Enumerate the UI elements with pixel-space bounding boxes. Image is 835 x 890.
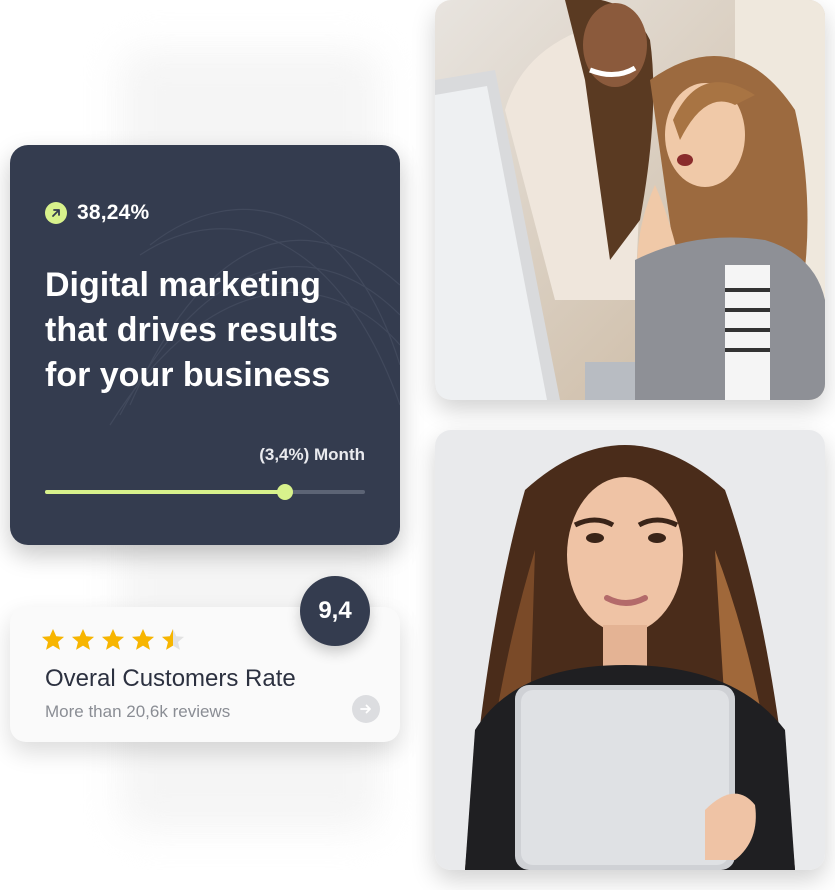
period-label: (3,4%) Month (259, 445, 365, 464)
progress-knob[interactable] (277, 484, 293, 500)
star-rating (40, 627, 186, 653)
star-icon (42, 629, 64, 650)
customer-photo (435, 430, 825, 870)
star-icon (102, 629, 124, 650)
rate-title: Overal Customers Rate (45, 665, 296, 692)
arrow-right-icon (360, 704, 371, 714)
score-badge: 9,4 (300, 576, 370, 646)
growth-value: 38,24% (77, 201, 150, 224)
team-photo (435, 0, 825, 400)
progress-bar (45, 484, 365, 500)
headline: Digital marketing that drives results fo… (45, 266, 338, 394)
progress-fill (45, 490, 285, 494)
star-icon (162, 629, 184, 650)
marketing-stat-card: 38,24% Digital marketing that drives res… (10, 145, 400, 545)
star-icon (132, 629, 154, 650)
arrow-up-right-icon (45, 202, 67, 224)
growth-indicator: 38,24% (45, 201, 149, 225)
review-count: More than 20,6k reviews (45, 702, 231, 721)
star-icon (72, 629, 94, 650)
view-reviews-button[interactable] (352, 695, 380, 723)
